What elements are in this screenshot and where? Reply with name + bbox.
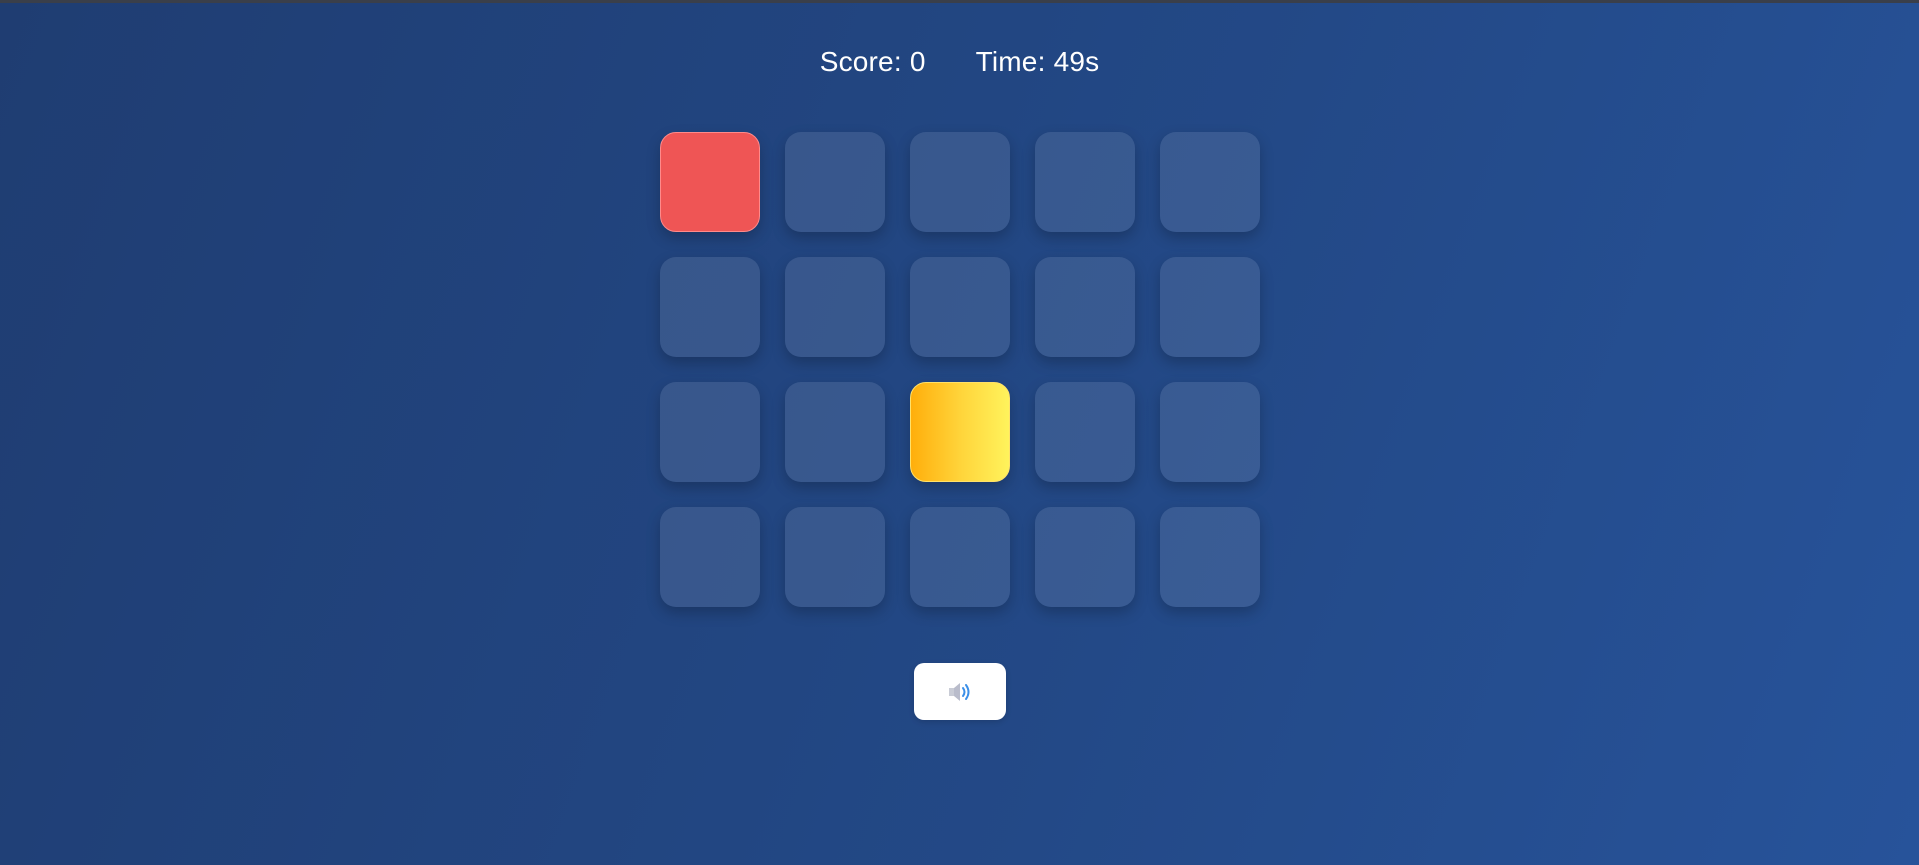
grid-tile-r4-c3[interactable] — [910, 507, 1010, 607]
grid-tile-r4-c4[interactable] — [1035, 507, 1135, 607]
grid-tile-r1-c1-red[interactable] — [660, 132, 760, 232]
grid-tile-r2-c5[interactable] — [1160, 257, 1260, 357]
grid-tile-r2-c3[interactable] — [910, 257, 1010, 357]
grid-tile-r1-c3[interactable] — [910, 132, 1010, 232]
grid-tile-r1-c5[interactable] — [1160, 132, 1260, 232]
grid-tile-r1-c4[interactable] — [1035, 132, 1135, 232]
sound-toggle-button[interactable] — [914, 663, 1006, 720]
game-grid — [660, 132, 1260, 607]
grid-tile-r2-c1[interactable] — [660, 257, 760, 357]
grid-tile-r3-c2[interactable] — [785, 382, 885, 482]
grid-tile-r3-c4[interactable] — [1035, 382, 1135, 482]
time-label: Time: — [975, 46, 1046, 77]
speaker-icon — [947, 681, 973, 703]
score-value: 0 — [909, 46, 926, 77]
grid-tile-r2-c4[interactable] — [1035, 257, 1135, 357]
hud: Score: 0 Time: 49s — [0, 46, 1919, 78]
grid-tile-r4-c1[interactable] — [660, 507, 760, 607]
score-label: Score: — [819, 46, 902, 77]
time-display: Time: 49s — [976, 46, 1100, 78]
grid-tile-r3-c3-yellow[interactable] — [910, 382, 1010, 482]
grid-tile-r3-c1[interactable] — [660, 382, 760, 482]
grid-tile-r3-c5[interactable] — [1160, 382, 1260, 482]
grid-tile-r4-c2[interactable] — [785, 507, 885, 607]
score-display: Score: 0 — [820, 46, 926, 78]
grid-tile-r4-c5[interactable] — [1160, 507, 1260, 607]
window-top-border — [0, 0, 1919, 3]
time-value: 49s — [1053, 46, 1100, 77]
grid-tile-r2-c2[interactable] — [785, 257, 885, 357]
grid-tile-r1-c2[interactable] — [785, 132, 885, 232]
